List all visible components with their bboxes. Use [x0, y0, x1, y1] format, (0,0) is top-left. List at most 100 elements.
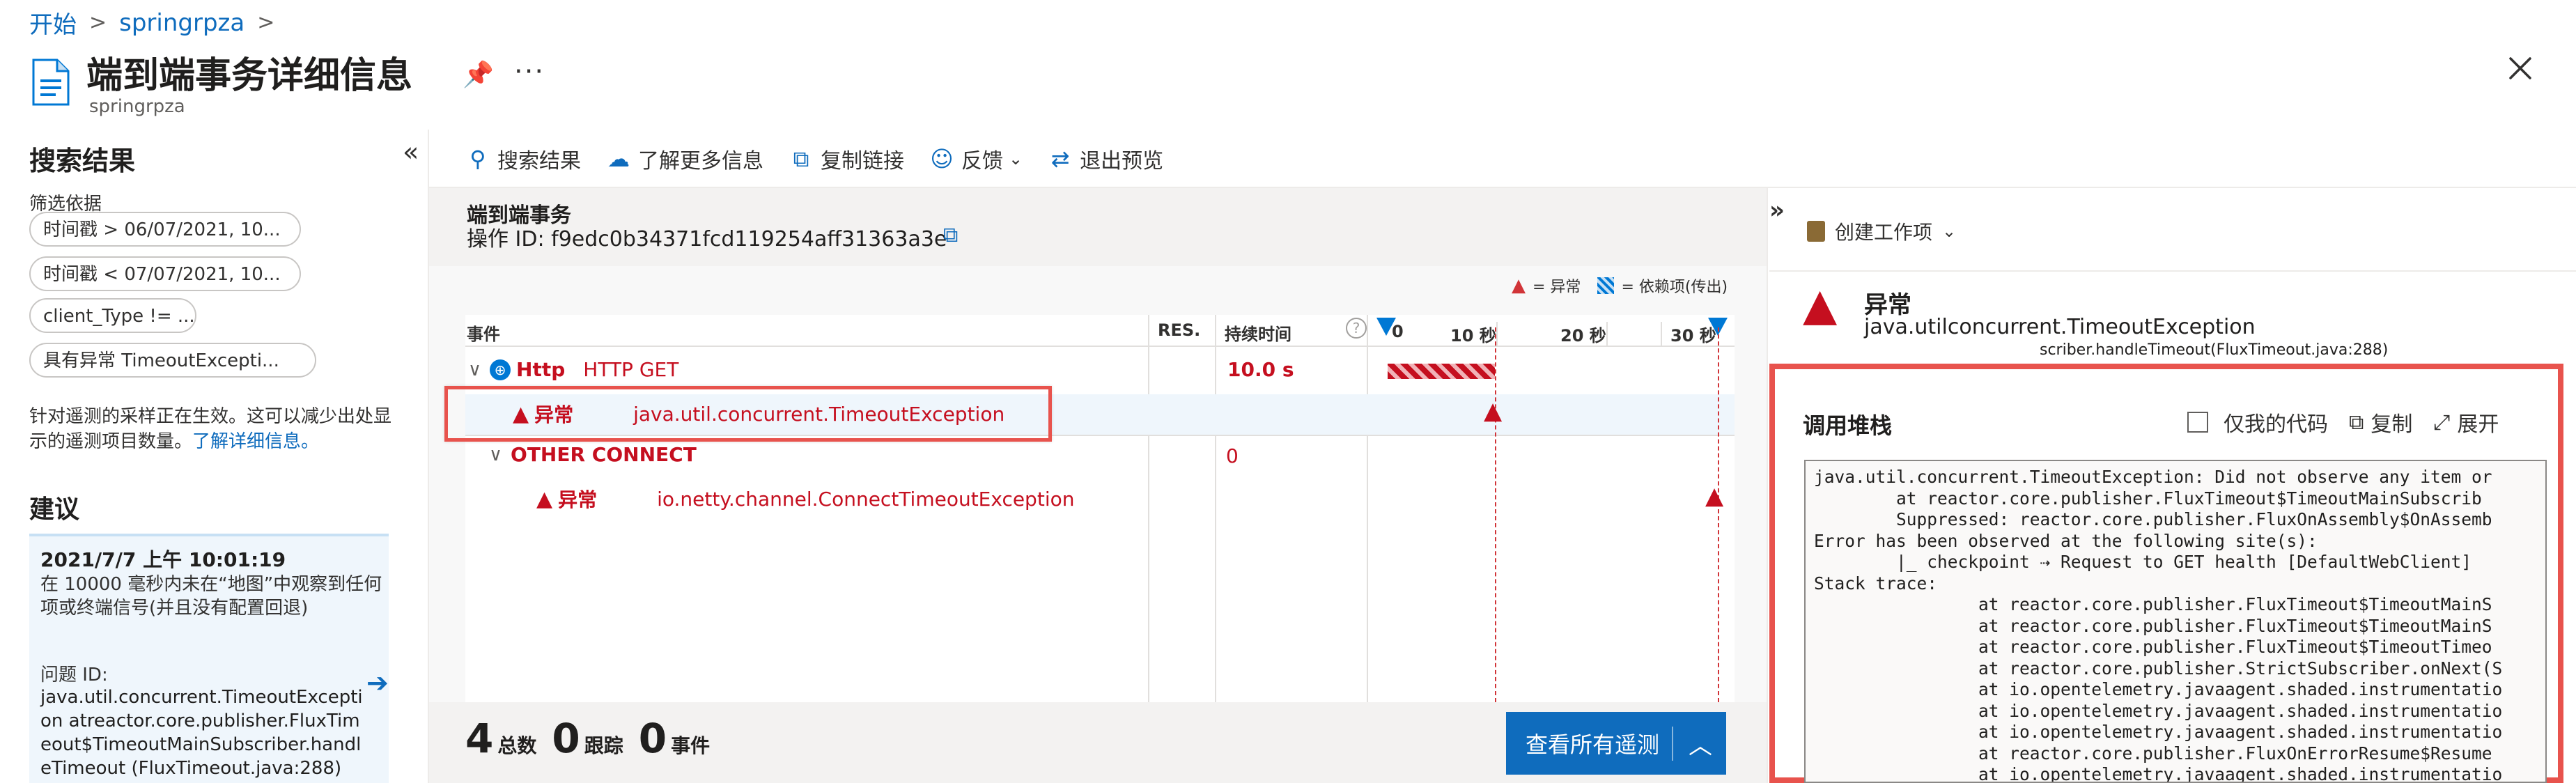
- warning-icon[interactable]: ▲: [1484, 397, 1502, 425]
- create-work-item-button[interactable]: 创建工作项 ⌄: [1807, 217, 1956, 245]
- recommendation-date: 2021/7/7 上午 10:01:19: [40, 548, 286, 571]
- filter-pill[interactable]: client_Type != ...: [29, 298, 196, 333]
- event-row-other-connect[interactable]: ∨ OTHER CONNECT: [489, 443, 697, 466]
- chevron-up-icon: ︿: [1672, 726, 1712, 761]
- grid-line: [1215, 315, 1216, 702]
- issue-id-label: 问题 ID:: [40, 665, 108, 685]
- learn-more-label: 了解更多信息: [638, 149, 763, 173]
- call-stack-tools: 仅我的代码 ⧉ 复制 ⤢ 展开: [2187, 407, 2499, 437]
- search-results-label: 搜索结果: [497, 149, 581, 173]
- expand-right-icon[interactable]: »: [1769, 196, 1785, 224]
- event-count: 0: [638, 715, 667, 762]
- timeline-bar[interactable]: [1388, 364, 1495, 379]
- my-code-only-label: 仅我的代码: [2224, 412, 2328, 437]
- feedback-button[interactable]: ☺ 反馈 ⌄: [929, 144, 1023, 174]
- stack-trace-text[interactable]: java.util.concurrent.TimeoutException: D…: [1804, 460, 2547, 783]
- chevron-down-icon[interactable]: ∨: [468, 359, 481, 380]
- grid-line: [465, 346, 1735, 347]
- grid-line: [1661, 322, 1662, 346]
- collapse-left-icon[interactable]: «: [403, 137, 419, 167]
- cloud-icon: ☁: [607, 146, 630, 172]
- breadcrumb: 开始 > springrpza >: [29, 6, 274, 40]
- selected-event-highlight: [444, 386, 1052, 442]
- total-count: 4: [465, 715, 494, 762]
- column-duration: 持续时间: [1225, 325, 1291, 344]
- event-row-exception[interactable]: ▲ 异常 io.netty.channel.ConnectTimeoutExce…: [536, 485, 1074, 513]
- timeline-exception-line: [1495, 327, 1496, 702]
- smiley-icon: ☺: [930, 146, 954, 172]
- stats: 4 总数 0 跟踪 0 事件: [465, 715, 710, 762]
- breadcrumb-home[interactable]: 开始: [29, 6, 77, 40]
- copy-icon: ⧉: [793, 145, 809, 172]
- page-title: 端到端事务详细信息: [86, 55, 413, 97]
- search-results-button[interactable]: ⚲ 搜索结果: [465, 144, 581, 174]
- event-detail: io.netty.channel.ConnectTimeoutException: [657, 487, 1075, 511]
- expand-label: 展开: [2457, 412, 2499, 437]
- column-res: RES.: [1158, 320, 1201, 340]
- operation-id: 操作 ID: f9edc0b34371fcd119254aff31363a3e: [467, 227, 947, 251]
- event-name: Http: [516, 358, 566, 381]
- create-work-item-label: 创建工作项: [1835, 221, 1933, 244]
- copy-icon: ⧉: [2349, 410, 2364, 435]
- recommendations-title: 建议: [29, 495, 80, 524]
- help-icon[interactable]: ?: [1346, 318, 1367, 339]
- panel-divider: [1767, 188, 1768, 783]
- trace-label: 跟踪: [584, 734, 623, 757]
- legend-dependency: = 依赖项(传出): [1621, 279, 1728, 296]
- timeline-legend: ▲ = 异常 = 依赖项(传出): [1512, 274, 1728, 297]
- timeline-tick: 20 秒: [1560, 326, 1606, 346]
- chevron-right-icon: >: [257, 10, 275, 35]
- event-detail: HTTP GET: [583, 358, 679, 381]
- work-item-icon: [1807, 221, 1825, 242]
- filter-pill[interactable]: 时间戳 > 06/07/2021, 10...: [29, 212, 301, 247]
- filter-pill[interactable]: 时间戳 < 07/07/2021, 10...: [29, 256, 301, 291]
- view-all-telemetry-button[interactable]: 查看所有遥测 ︿: [1506, 712, 1726, 775]
- sampling-note: 针对遥测的采样正在生效。这可以减少出处显示的遥测项目数量。了解详细信息。: [29, 404, 398, 454]
- grid-line: [1148, 315, 1149, 702]
- swap-arrows-icon: ⇄: [1050, 146, 1070, 172]
- event-row-http[interactable]: ∨ ⊕ Http HTTP GET: [468, 358, 678, 381]
- expand-diagonal-icon: ⤢: [2433, 410, 2451, 435]
- total-label: 总数: [497, 734, 537, 757]
- recommendation-description: 在 10000 毫秒内未在“地图”中观察到任何项或终端信号(并且没有配置回退): [40, 574, 382, 619]
- call-stack-title: 调用堆栈: [1803, 412, 1893, 439]
- exit-preview-label: 退出预览: [1080, 149, 1164, 173]
- trace-count: 0: [552, 715, 580, 762]
- learn-more-button[interactable]: ☁ 了解更多信息: [606, 144, 763, 174]
- warning-icon[interactable]: ▲: [1705, 482, 1723, 510]
- warning-icon: ▲: [1803, 279, 1838, 331]
- event-duration: 0: [1226, 444, 1239, 467]
- learn-details-link[interactable]: 了解详细信息。: [192, 431, 319, 452]
- event-name: 异常: [558, 488, 598, 511]
- expand-button[interactable]: ⤢ 展开: [2433, 407, 2499, 437]
- exception-message-clipped: scriber.handleTimeout(FluxTimeout.java:2…: [2040, 341, 2389, 359]
- feedback-label: 反馈: [961, 149, 1003, 173]
- close-icon[interactable]: [2506, 54, 2534, 82]
- exception-type: java.utilconcurrent.TimeoutException: [1864, 315, 2256, 339]
- toolbar: ⚲ 搜索结果 ☁ 了解更多信息 ⧉ 复制链接 ☺ 反馈 ⌄ ⇄ 退出预览: [465, 144, 1188, 174]
- chevron-right-icon: >: [89, 10, 107, 35]
- more-icon[interactable]: ···: [514, 56, 545, 88]
- document-icon: [32, 59, 70, 106]
- dependency-swatch-icon: [1597, 277, 1615, 294]
- exit-preview-button[interactable]: ⇄ 退出预览: [1048, 144, 1163, 174]
- filter-pill[interactable]: 具有异常 TimeoutExcepti...: [29, 343, 316, 378]
- search-icon: ⚲: [470, 146, 486, 172]
- page-subtitle: springrpza: [89, 96, 185, 117]
- divider: [1769, 270, 2576, 272]
- my-code-only-checkbox[interactable]: 仅我的代码: [2187, 407, 2328, 437]
- copy-button[interactable]: ⧉ 复制: [2349, 407, 2412, 437]
- copy-id-icon[interactable]: ⧉: [943, 223, 958, 247]
- legend-exception: = 异常: [1533, 279, 1581, 296]
- pin-icon[interactable]: 📌: [463, 60, 494, 89]
- grid-line: [1496, 322, 1498, 346]
- warning-icon: ▲: [1512, 275, 1526, 296]
- search-results-title: 搜索结果: [29, 146, 136, 176]
- globe-icon: ⊕: [490, 359, 511, 380]
- arrow-right-icon[interactable]: ➔: [366, 667, 389, 698]
- chevron-down-icon[interactable]: ∨: [489, 444, 502, 465]
- breadcrumb-resource[interactable]: springrpza: [119, 9, 245, 37]
- chevron-down-icon: ⌄: [1009, 149, 1023, 169]
- copy-link-button[interactable]: ⧉ 复制链接: [789, 144, 904, 174]
- view-all-label: 查看所有遥测: [1526, 731, 1660, 758]
